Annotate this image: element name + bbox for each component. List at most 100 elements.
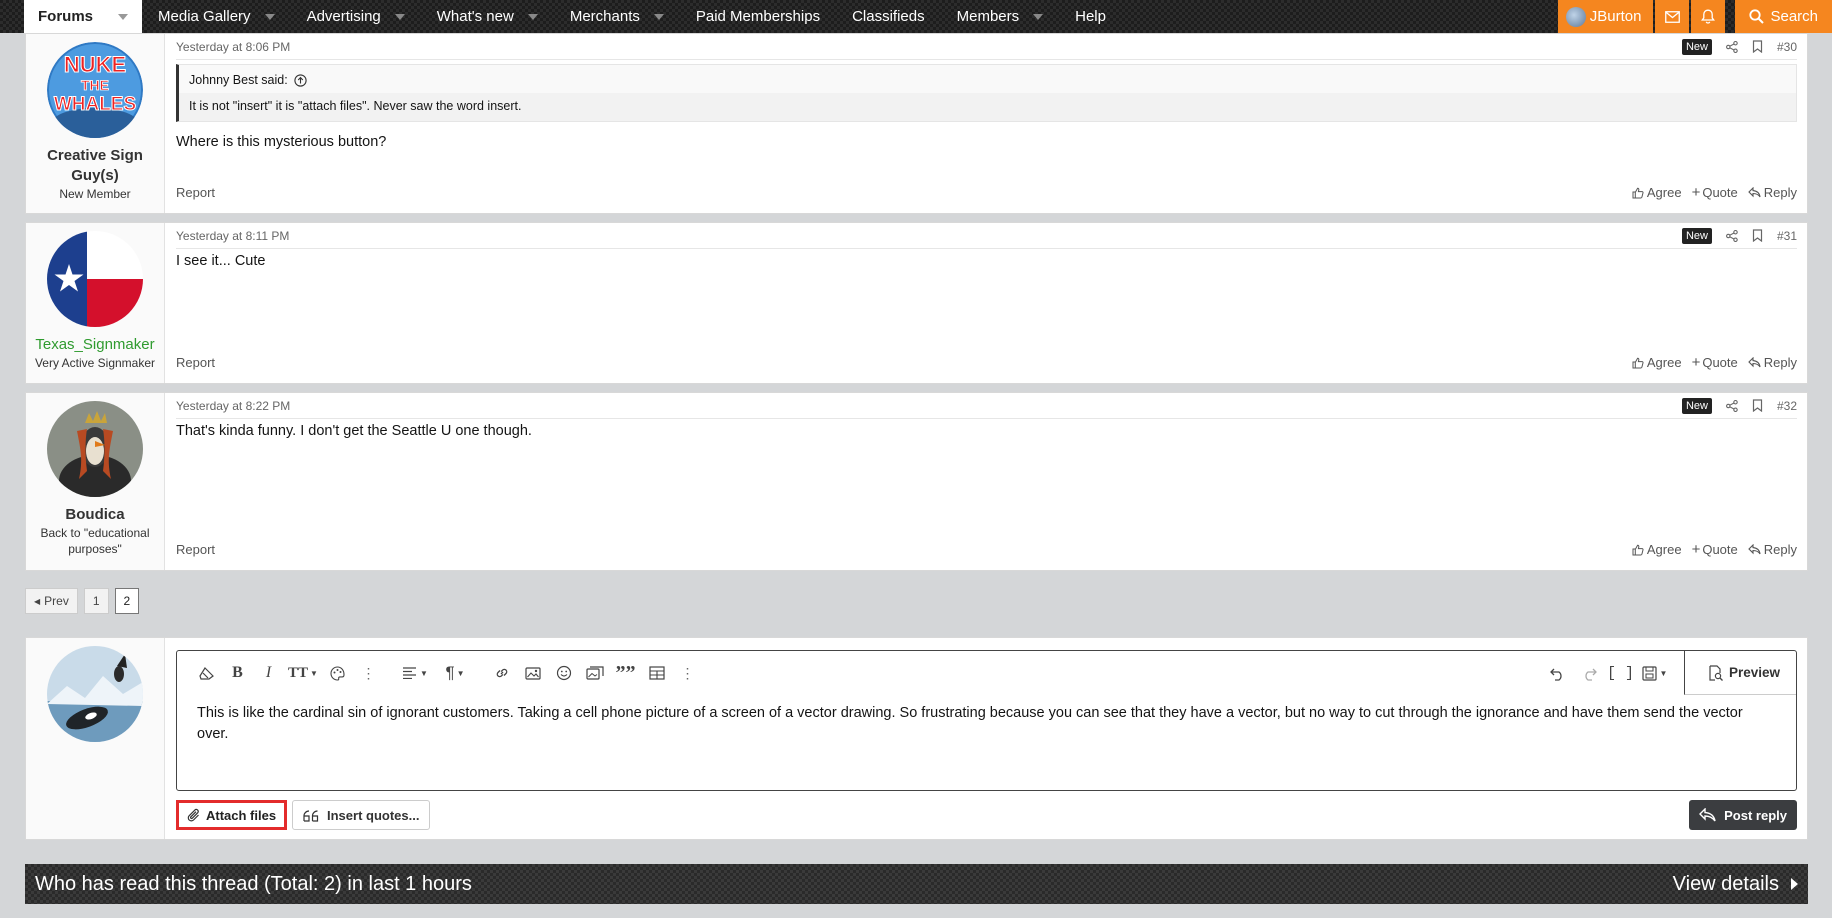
image-icon[interactable] [517,658,548,688]
share-icon[interactable] [1726,399,1738,412]
preview-button[interactable]: Preview [1683,651,1796,695]
palette-icon[interactable] [322,658,353,688]
redo-icon[interactable] [1574,658,1605,688]
post-text: That's kinda funny. I don't get the Seat… [176,423,532,439]
plus-icon: + [1691,184,1701,201]
post-author[interactable]: Creative Sign Guy(s) [26,146,164,186]
post-user-pane: Boudica Back to "educational purposes" [26,393,165,570]
more-insert-icon[interactable]: ⋮ [672,658,703,688]
page-link-current[interactable]: 2 [114,588,140,614]
post-number[interactable]: #31 [1777,229,1797,243]
tab-media-gallery[interactable]: Media Gallery [142,0,291,33]
drafts-icon[interactable]: ▼ [1636,658,1674,688]
arrow-up-circle-icon[interactable] [294,73,307,87]
tab-forums[interactable]: Forums [24,0,143,33]
post-message: Johnny Best said: It is not "insert" it … [176,64,1797,150]
search-button[interactable]: Search [1735,0,1832,33]
reply-icon [1699,808,1716,822]
reply-button[interactable]: Reply [1747,355,1797,370]
texas-flag-avatar [47,231,143,327]
post-date[interactable]: Yesterday at 8:22 PM [176,399,1682,413]
tab-label: Media Gallery [158,8,251,25]
blockquote: Johnny Best said: It is not "insert" it … [176,64,1797,122]
italic-icon[interactable]: I [253,658,284,688]
quote-icon[interactable]: ”” [610,658,641,688]
align-icon[interactable]: ▼ [394,658,436,688]
bbcode-toggle-icon[interactable]: [ ] [1605,658,1636,688]
post-message: I see it... Cute [176,253,1797,269]
font-size-icon[interactable]: TT ▼ [284,658,322,688]
undo-icon[interactable] [1543,658,1574,688]
reply-button[interactable]: Reply [1747,542,1797,557]
agree-button[interactable]: Agree [1632,185,1682,200]
editor-textarea[interactable]: This is like the cardinal sin of ignoran… [177,695,1796,745]
reply-button[interactable]: Reply [1747,185,1797,200]
preview-label: Preview [1728,665,1780,680]
quote-header[interactable]: Johnny Best said: [179,65,1796,93]
report-link[interactable]: Report [176,185,1622,200]
post-date[interactable]: Yesterday at 8:06 PM [176,40,1682,54]
paragraph-icon[interactable]: ¶ ▼ [436,658,474,688]
tab-paid-memberships[interactable]: Paid Memberships [680,0,836,33]
report-link[interactable]: Report [176,542,1622,557]
media-icon[interactable] [579,658,610,688]
avatar-boudica[interactable] [47,401,143,497]
agree-button[interactable]: Agree [1632,542,1682,557]
chevron-down-icon[interactable] [118,13,129,20]
bookmark-icon[interactable] [1752,229,1763,242]
smiley-icon[interactable] [548,658,579,688]
bold-icon[interactable]: B [222,658,253,688]
search-icon [1749,9,1765,24]
reply-icon [1747,187,1761,198]
tab-merchants[interactable]: Merchants [554,0,680,33]
table-icon[interactable] [641,658,672,688]
post-number[interactable]: #32 [1777,399,1797,413]
post-author[interactable]: Texas_Signmaker [26,335,164,355]
avatar-texas-flag[interactable] [47,231,143,327]
more-options-icon[interactable]: ⋮ [353,658,384,688]
post-number[interactable]: #30 [1777,40,1797,54]
post-date[interactable]: Yesterday at 8:11 PM [176,229,1682,243]
quote-button[interactable]: + Quote [1692,184,1738,201]
avatar-nuke-the-whales[interactable]: NUKE THE WHALES [47,42,143,138]
chevron-down-icon[interactable] [653,13,664,20]
chevron-down-icon[interactable] [394,13,405,20]
tab-classifieds[interactable]: Classifieds [836,0,941,33]
who-read-thread-bar: Who has read this thread (Total: 2) in l… [25,864,1808,904]
tab-whats-new[interactable]: What's new [421,0,554,33]
prev-page-button[interactable]: ◀ Prev [25,588,78,614]
share-icon[interactable] [1726,40,1738,53]
tab-members[interactable]: Members [941,0,1060,33]
quote-label: Quote [1702,542,1738,557]
bookmark-icon[interactable] [1752,399,1763,412]
attach-files-button[interactable]: Attach files [176,800,288,830]
page-link[interactable]: 1 [83,588,109,614]
clear-formatting-icon[interactable] [191,658,222,688]
agree-label: Agree [1646,542,1682,557]
link-icon[interactable] [486,658,517,688]
insert-quotes-button[interactable]: Insert quotes... [292,800,431,830]
chevron-right-icon [1791,878,1798,890]
inbox-button[interactable] [1655,0,1690,33]
chevron-down-icon[interactable] [1033,13,1044,20]
chevron-down-icon[interactable] [264,13,275,20]
quote-button[interactable]: + Quote [1692,541,1738,558]
username: JBurton [1589,8,1642,25]
avatar-current-user[interactable] [47,646,143,742]
chevron-down-icon[interactable] [527,13,538,20]
tab-advertising[interactable]: Advertising [291,0,421,33]
post-author[interactable]: Boudica [26,505,164,525]
bookmark-icon[interactable] [1752,40,1763,53]
share-icon[interactable] [1726,229,1738,242]
tab-help[interactable]: Help [1059,0,1122,33]
report-link[interactable]: Report [176,355,1622,370]
preview-icon [1709,664,1723,681]
alerts-button[interactable] [1691,0,1726,33]
quote-button[interactable]: + Quote [1692,354,1738,371]
reply-label: Reply [1763,542,1797,557]
account-button[interactable]: JBurton [1557,0,1654,33]
post-reply-button[interactable]: Post reply [1689,800,1797,830]
view-details-link[interactable]: View details [1673,873,1798,896]
agree-button[interactable]: Agree [1632,355,1682,370]
bell-icon [1701,9,1716,24]
